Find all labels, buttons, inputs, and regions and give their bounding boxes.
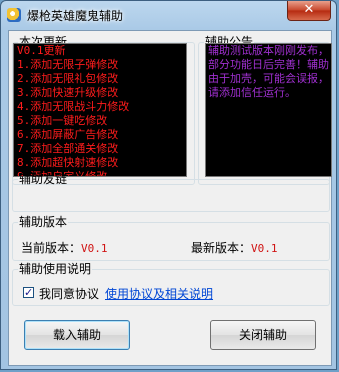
- update-list-item: 4.添加无限战斗力修改: [17, 100, 130, 113]
- latest-version-value: V0.1: [251, 242, 278, 255]
- load-button[interactable]: 载入辅助: [24, 320, 130, 350]
- close-window-button[interactable]: ✕: [287, 1, 331, 21]
- app-icon: [7, 8, 21, 22]
- update-list-item: 2.添加无限礼包修改: [17, 72, 119, 85]
- update-list-item: 3.添加快速升级修改: [17, 86, 119, 99]
- agree-checkbox[interactable]: ✓: [23, 287, 34, 298]
- current-version-label: 当前版本：: [21, 241, 82, 255]
- usage-group-label: 辅助使用说明: [19, 262, 92, 276]
- check-mark-icon: ✓: [24, 286, 34, 299]
- title-bar[interactable]: 爆枪英雄魔鬼辅助 ✕: [1, 1, 336, 29]
- update-list-item: V0.1更新: [17, 44, 66, 57]
- main-window: 爆枪英雄魔鬼辅助 ✕ 本次更新 V0.1更新 1.添加无限子弹修改 2.添加无限礼包…: [0, 0, 337, 370]
- close-icon: ✕: [303, 2, 315, 17]
- agree-checkbox-label[interactable]: 我同意协议: [39, 285, 99, 302]
- notice-text[interactable]: 辅助测试版本刚刚发布，部分功能日后完善！辅助由于加壳，可能会误报，请添加信任运行…: [205, 43, 332, 177]
- friend-links-label: 辅助友链: [19, 172, 68, 186]
- window-title: 爆枪英雄魔鬼辅助: [27, 9, 124, 23]
- update-list-item: 1.添加无限子弹修改: [17, 58, 119, 71]
- agreement-link[interactable]: 使用协议及相关说明: [105, 285, 213, 302]
- current-version-value: V0.1: [81, 242, 108, 255]
- client-area: 本次更新 V0.1更新 1.添加无限子弹修改 2.添加无限礼包修改 3.添加快速升级修…: [8, 30, 332, 366]
- version-group-label: 辅助版本: [19, 215, 68, 229]
- update-list-item: 8.添加超快射速修改: [17, 156, 119, 169]
- close-button[interactable]: 关闭辅助: [210, 320, 316, 350]
- update-list-item: 6.添加屏蔽广告修改: [17, 128, 119, 141]
- update-list-item: 5.添加一键吃修改: [17, 114, 108, 127]
- friend-links-group: 辅助友链: [12, 172, 330, 212]
- update-list[interactable]: V0.1更新 1.添加无限子弹修改 2.添加无限礼包修改 3.添加快速升级修改 4.添加…: [13, 43, 187, 177]
- update-list-item: 7.添加全部通关修改: [17, 142, 119, 155]
- current-version-row: 当前版本：V0.1: [21, 239, 108, 256]
- latest-version-label: 最新版本：: [191, 241, 252, 255]
- latest-version-row: 最新版本：V0.1: [191, 239, 278, 256]
